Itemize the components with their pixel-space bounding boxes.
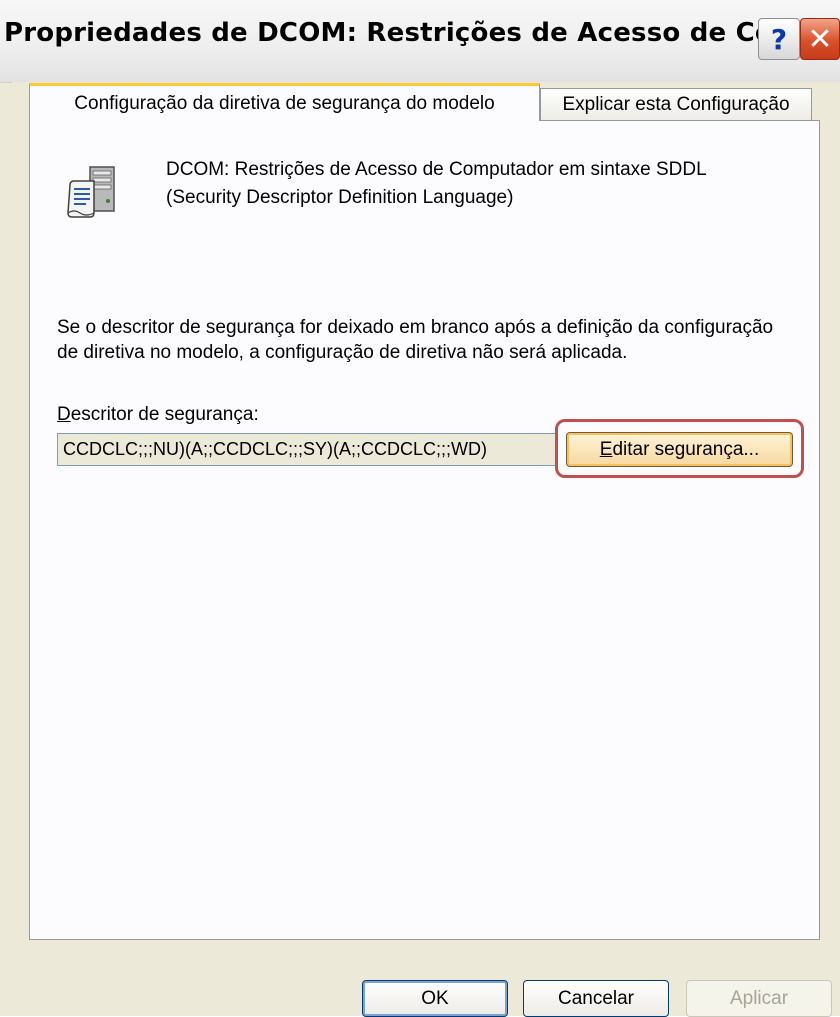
security-descriptor-label: Descritor de segurança: bbox=[57, 404, 259, 426]
policy-title: DCOM: Restrições de Acesso de Computador… bbox=[166, 159, 707, 180]
close-button[interactable]: ✕ bbox=[800, 18, 840, 60]
properties-dialog: Propriedades de DCOM: Restrições de Aces… bbox=[0, 0, 840, 1017]
apply-button[interactable]: Aplicar bbox=[686, 980, 832, 1017]
policy-document-icon bbox=[67, 166, 115, 218]
button-label: ditar segurança... bbox=[612, 438, 760, 460]
mnemonic-letter: D bbox=[57, 404, 71, 425]
policy-subtitle: (Security Descriptor Definition Language… bbox=[166, 187, 514, 208]
mnemonic-letter: E bbox=[599, 438, 613, 460]
window-title: Propriedades de DCOM: Restrições de Aces… bbox=[4, 18, 840, 48]
ok-button[interactable]: OK bbox=[362, 980, 508, 1017]
dialog-client-area: Configuração da diretiva de segurança do… bbox=[12, 82, 840, 1017]
security-descriptor-field[interactable]: CCDCLC;;;NU)(A;;CCDCLC;;;SY)(A;;CCDCLC;;… bbox=[57, 433, 556, 466]
tab-template-security-policy-setting[interactable]: Configuração da diretiva de segurança do… bbox=[29, 83, 540, 121]
policy-header: DCOM: Restrições de Acesso de Computador… bbox=[166, 156, 806, 212]
tab-label: Configuração da diretiva de segurança do… bbox=[74, 92, 495, 114]
tab-panel: DCOM: Restrições de Acesso de Computador… bbox=[29, 120, 820, 940]
label-text: escritor de segurança: bbox=[70, 404, 259, 425]
help-icon: ? bbox=[770, 22, 788, 56]
cancel-button[interactable]: Cancelar bbox=[523, 980, 669, 1017]
tab-explain-setting[interactable]: Explicar esta Configuração bbox=[540, 88, 812, 121]
close-icon: ✕ bbox=[807, 21, 833, 57]
title-bar[interactable]: Propriedades de DCOM: Restrições de Aces… bbox=[0, 0, 840, 83]
help-button[interactable]: ? bbox=[758, 18, 800, 60]
edit-security-button[interactable]: Editar segurança... bbox=[566, 432, 793, 467]
policy-description: Se o descritor de segurança for deixado … bbox=[57, 317, 774, 363]
tab-label: Explicar esta Configuração bbox=[562, 94, 790, 115]
